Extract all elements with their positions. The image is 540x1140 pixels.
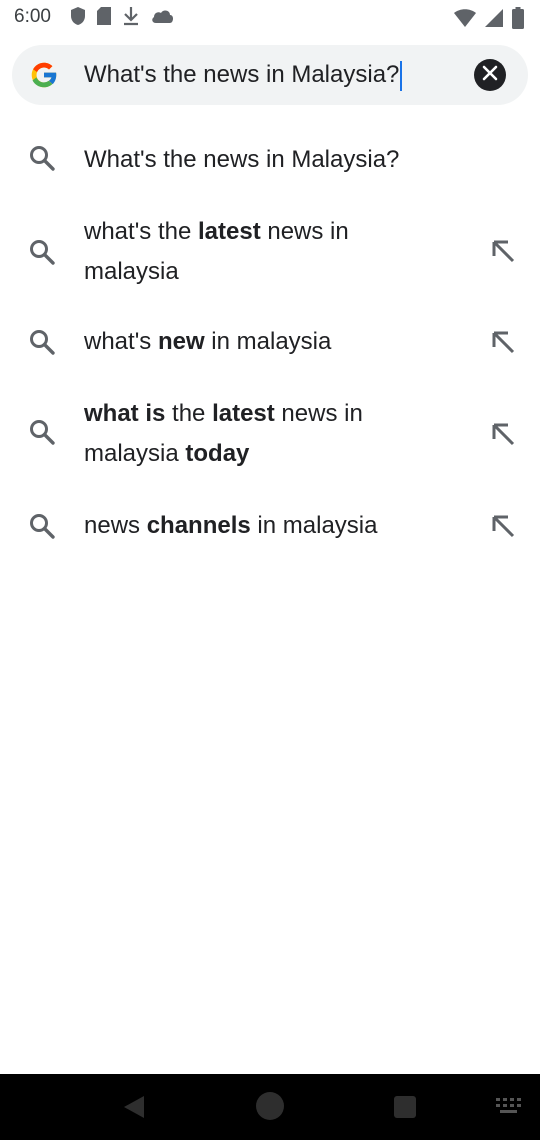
suggestion-item[interactable]: what's new in malaysia (0, 312, 540, 372)
suggestion-item[interactable]: What's the news in Malaysia? (0, 130, 540, 190)
search-icon (28, 512, 56, 540)
home-icon[interactable] (256, 1092, 284, 1120)
suggestion-text: news channels in malaysia (84, 506, 444, 546)
sd-card-icon (96, 6, 112, 31)
fill-query-arrow-icon[interactable] (490, 421, 516, 447)
shield-icon (70, 6, 86, 31)
navigation-bar (0, 1074, 540, 1140)
suggestion-item[interactable]: news channels in malaysia (0, 496, 540, 556)
suggestion-segment: what's (84, 328, 158, 355)
suggestion-segment: in malaysia (204, 328, 332, 355)
wifi-icon (454, 8, 476, 33)
suggestion-segment-bold: latest (197, 218, 261, 245)
suggestion-segment: What's the news in Malaysia? (84, 146, 400, 173)
close-icon (482, 65, 498, 86)
suggestion-text: what is the latest news in malaysia toda… (84, 394, 424, 474)
suggestion-item[interactable]: what's the latest news in malaysia (0, 210, 540, 300)
download-icon (122, 6, 140, 31)
search-icon (28, 144, 56, 172)
fill-query-arrow-icon[interactable] (490, 329, 516, 355)
clear-search-button[interactable] (474, 59, 506, 91)
search-icon (28, 418, 56, 446)
fill-query-arrow-icon[interactable] (490, 238, 516, 264)
notification-icons (70, 6, 174, 31)
search-bar[interactable]: What's the news in Malaysia? (12, 45, 528, 105)
suggestion-segment: news (84, 512, 147, 539)
suggestion-segment-bold: new (157, 328, 205, 355)
battery-icon (512, 7, 524, 34)
cloud-icon (150, 7, 174, 30)
back-icon[interactable] (122, 1094, 146, 1125)
signal-icon (484, 8, 504, 33)
search-icon (28, 238, 56, 266)
suggestion-item[interactable]: what is the latest news in malaysia toda… (0, 394, 540, 484)
search-input[interactable]: What's the news in Malaysia? (84, 59, 464, 91)
suggestion-segment: in malaysia (250, 512, 378, 539)
suggestion-text: what's new in malaysia (84, 322, 424, 362)
keyboard-icon[interactable] (496, 1098, 522, 1121)
status-time: 6:00 (14, 6, 51, 27)
suggestion-segment-bold: today (185, 440, 250, 467)
text-caret (400, 60, 403, 91)
google-g-logo (28, 59, 60, 91)
suggestion-segment-bold: channels (146, 512, 251, 539)
suggestion-text: What's the news in Malaysia? (84, 140, 424, 180)
suggestion-segment: what's the (84, 218, 198, 245)
suggestion-segment-bold: latest (212, 400, 275, 427)
suggestion-segment-bold: what is (84, 400, 166, 427)
status-bar: 6:00 (0, 0, 540, 36)
search-query-text: What's the news in Malaysia? (84, 61, 400, 88)
system-icons (454, 7, 524, 34)
suggestion-text: what's the latest news in malaysia (84, 212, 424, 292)
fill-query-arrow-icon[interactable] (490, 513, 516, 539)
suggestion-segment: the (165, 400, 213, 427)
recents-icon[interactable] (394, 1096, 416, 1118)
search-icon (28, 328, 56, 356)
